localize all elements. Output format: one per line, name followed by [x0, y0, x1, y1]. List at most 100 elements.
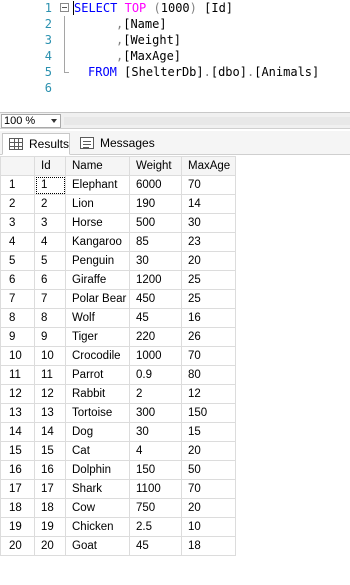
- cell-weight[interactable]: 1100: [129, 479, 182, 499]
- cell-id[interactable]: 4: [34, 232, 66, 252]
- cell-name[interactable]: Chicken: [65, 517, 130, 537]
- table-row[interactable]: 8 8 Wolf 45 16: [0, 308, 236, 328]
- cell-maxage[interactable]: 70: [181, 175, 236, 195]
- row-number[interactable]: 15: [0, 441, 35, 461]
- table-row[interactable]: 9 9 Tiger 220 26: [0, 327, 236, 347]
- cell-id[interactable]: 1: [34, 175, 66, 195]
- table-row[interactable]: 12 12 Rabbit 2 12: [0, 384, 236, 404]
- cell-id[interactable]: 8: [34, 308, 66, 328]
- table-row[interactable]: 13 13 Tortoise 300 150: [0, 403, 236, 423]
- tab-results[interactable]: Results: [2, 133, 70, 155]
- table-row[interactable]: 10 10 Crocodile 1000 70: [0, 346, 236, 366]
- cell-maxage[interactable]: 16: [181, 308, 236, 328]
- cell-name[interactable]: Wolf: [65, 308, 130, 328]
- cell-weight[interactable]: 4: [129, 441, 182, 461]
- cell-name[interactable]: Crocodile: [65, 346, 130, 366]
- cell-id[interactable]: 12: [34, 384, 66, 404]
- results-grid[interactable]: Id Name Weight MaxAge 1 1 Elephant 6000 70 2 2…: [0, 156, 350, 585]
- cell-id[interactable]: 17: [34, 479, 66, 499]
- cell-maxage[interactable]: 20: [181, 441, 236, 461]
- cell-maxage[interactable]: 18: [181, 536, 236, 556]
- table-row[interactable]: 5 5 Penguin 30 20: [0, 251, 236, 271]
- tab-messages[interactable]: Messages: [74, 133, 156, 155]
- cell-maxage[interactable]: 15: [181, 422, 236, 442]
- cell-name[interactable]: Tortoise: [65, 403, 130, 423]
- cell-maxage[interactable]: 25: [181, 289, 236, 309]
- row-number[interactable]: 9: [0, 327, 35, 347]
- cell-id[interactable]: 2: [34, 194, 66, 214]
- cell-name[interactable]: Elephant: [65, 175, 130, 195]
- cell-id[interactable]: 9: [34, 327, 66, 347]
- row-number[interactable]: 2: [0, 194, 35, 214]
- cell-maxage[interactable]: 80: [181, 365, 236, 385]
- table-row[interactable]: 17 17 Shark 1100 70: [0, 479, 236, 499]
- cell-maxage[interactable]: 20: [181, 498, 236, 518]
- cell-weight[interactable]: 6000: [129, 175, 182, 195]
- cell-id[interactable]: 19: [34, 517, 66, 537]
- cell-name[interactable]: Cow: [65, 498, 130, 518]
- table-row[interactable]: 14 14 Dog 30 15: [0, 422, 236, 442]
- cell-name[interactable]: Penguin: [65, 251, 130, 271]
- cell-name[interactable]: Goat: [65, 536, 130, 556]
- cell-name[interactable]: Giraffe: [65, 270, 130, 290]
- cell-name[interactable]: Horse: [65, 213, 130, 233]
- cell-id[interactable]: 20: [34, 536, 66, 556]
- table-row[interactable]: 20 20 Goat 45 18: [0, 536, 236, 556]
- cell-maxage[interactable]: 70: [181, 346, 236, 366]
- cell-name[interactable]: Rabbit: [65, 384, 130, 404]
- cell-maxage[interactable]: 23: [181, 232, 236, 252]
- cell-name[interactable]: Tiger: [65, 327, 130, 347]
- cell-name[interactable]: Dolphin: [65, 460, 130, 480]
- cell-id[interactable]: 18: [34, 498, 66, 518]
- table-row[interactable]: 1 1 Elephant 6000 70: [0, 175, 236, 195]
- cell-name[interactable]: Cat: [65, 441, 130, 461]
- cell-weight[interactable]: 45: [129, 536, 182, 556]
- cell-id[interactable]: 14: [34, 422, 66, 442]
- cell-maxage[interactable]: 10: [181, 517, 236, 537]
- cell-weight[interactable]: 150: [129, 460, 182, 480]
- cell-id[interactable]: 16: [34, 460, 66, 480]
- column-header-id[interactable]: Id: [34, 156, 66, 176]
- table-row[interactable]: 2 2 Lion 190 14: [0, 194, 236, 214]
- cell-id[interactable]: 5: [34, 251, 66, 271]
- row-number[interactable]: 5: [0, 251, 35, 271]
- cell-weight[interactable]: 2: [129, 384, 182, 404]
- cell-id[interactable]: 15: [34, 441, 66, 461]
- cell-maxage[interactable]: 50: [181, 460, 236, 480]
- row-number[interactable]: 8: [0, 308, 35, 328]
- cell-maxage[interactable]: 30: [181, 213, 236, 233]
- row-number[interactable]: 7: [0, 289, 35, 309]
- row-number[interactable]: 16: [0, 460, 35, 480]
- cell-weight[interactable]: 220: [129, 327, 182, 347]
- cell-weight[interactable]: 500: [129, 213, 182, 233]
- table-row[interactable]: 18 18 Cow 750 20: [0, 498, 236, 518]
- row-number[interactable]: 10: [0, 346, 35, 366]
- cell-maxage[interactable]: 150: [181, 403, 236, 423]
- cell-name[interactable]: Polar Bear: [65, 289, 130, 309]
- cell-maxage[interactable]: 26: [181, 327, 236, 347]
- cell-weight[interactable]: 300: [129, 403, 182, 423]
- collapse-icon[interactable]: [60, 0, 69, 16]
- table-row[interactable]: 6 6 Giraffe 1200 25: [0, 270, 236, 290]
- cell-name[interactable]: Dog: [65, 422, 130, 442]
- cell-id[interactable]: 7: [34, 289, 66, 309]
- cell-id[interactable]: 11: [34, 365, 66, 385]
- cell-weight[interactable]: 0.9: [129, 365, 182, 385]
- row-number[interactable]: 14: [0, 422, 35, 442]
- horizontal-scrollbar[interactable]: [64, 117, 350, 125]
- column-header-weight[interactable]: Weight: [129, 156, 182, 176]
- row-number[interactable]: 12: [0, 384, 35, 404]
- column-header-maxage[interactable]: MaxAge: [181, 156, 236, 176]
- cell-maxage[interactable]: 25: [181, 270, 236, 290]
- cell-weight[interactable]: 85: [129, 232, 182, 252]
- cell-name[interactable]: Parrot: [65, 365, 130, 385]
- cell-id[interactable]: 3: [34, 213, 66, 233]
- cell-id[interactable]: 10: [34, 346, 66, 366]
- row-number[interactable]: 19: [0, 517, 35, 537]
- cell-id[interactable]: 13: [34, 403, 66, 423]
- row-number[interactable]: 4: [0, 232, 35, 252]
- zoom-dropdown[interactable]: 100 %: [1, 114, 61, 128]
- cell-weight[interactable]: 1000: [129, 346, 182, 366]
- cell-maxage[interactable]: 12: [181, 384, 236, 404]
- cell-name[interactable]: Shark: [65, 479, 130, 499]
